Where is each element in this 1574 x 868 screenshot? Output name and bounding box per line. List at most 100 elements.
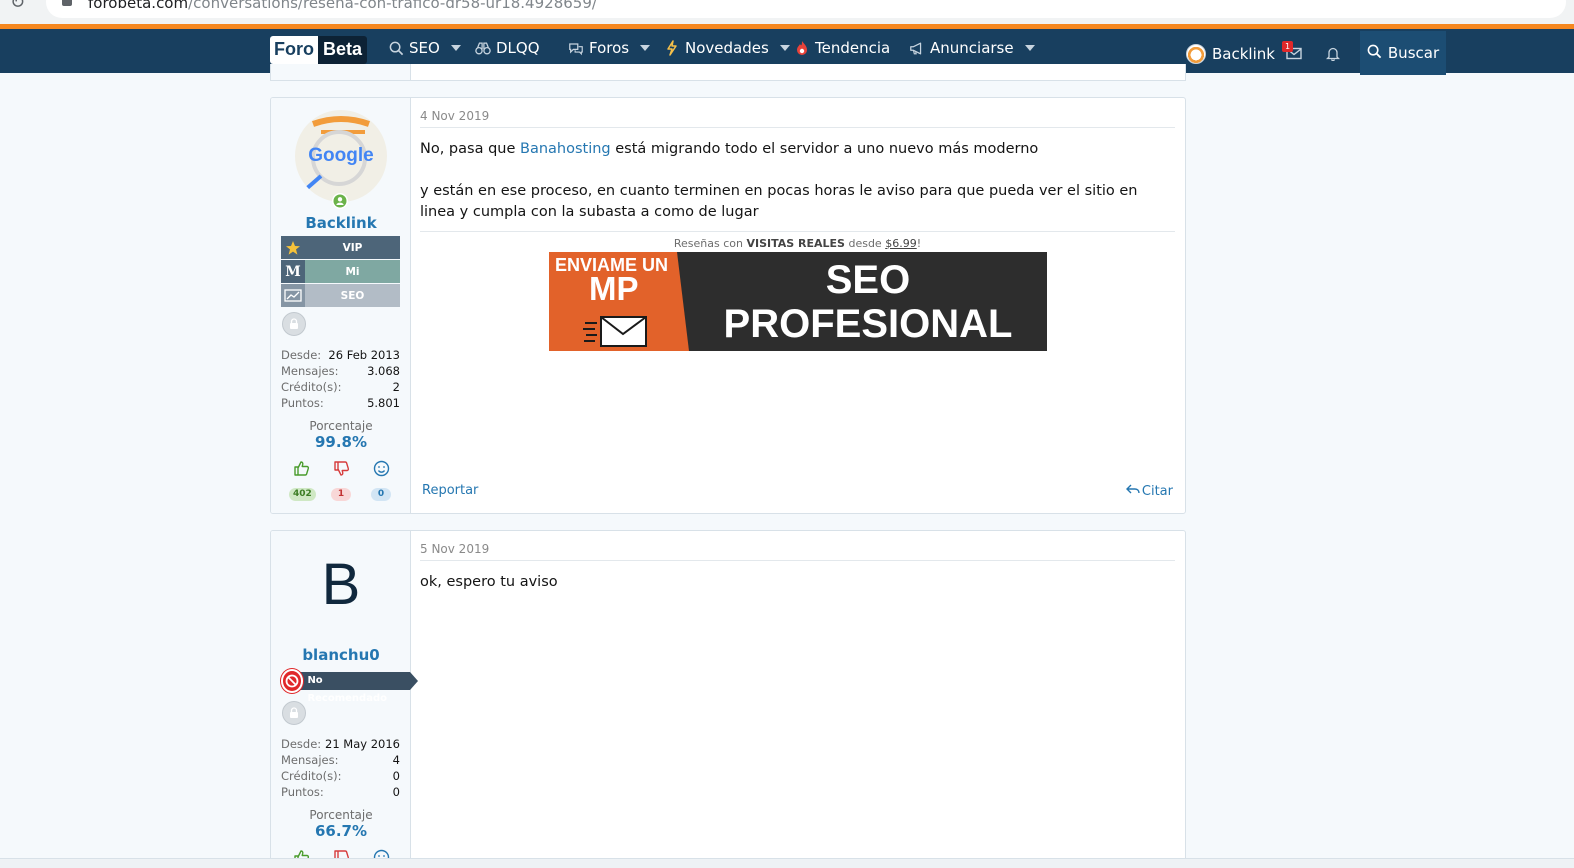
site-logo[interactable]: Foro Beta [270, 36, 368, 64]
url-path: /conversations/resena-con-trafico-dr58-u… [188, 0, 597, 12]
smile-icon [373, 460, 390, 481]
avatar[interactable]: Google [295, 110, 387, 202]
reply-icon [1125, 483, 1140, 499]
search-button[interactable]: Buscar [1360, 31, 1446, 75]
stat-value: 4 [392, 753, 400, 767]
ad-headline: PROFESIONAL [723, 302, 1013, 346]
message-paragraph: No, pasa que Banahosting está migrando t… [420, 139, 1175, 160]
chat-icon [568, 40, 584, 56]
chevron-down-icon [779, 45, 790, 51]
online-status-icon [332, 193, 348, 209]
megaphone-icon [909, 40, 925, 56]
quote-label: Citar [1141, 483, 1173, 499]
username[interactable]: Backlink [271, 214, 411, 232]
nav-item-label: DLQQ [496, 39, 540, 57]
ad-headline: SEO [825, 258, 911, 302]
previous-post-user-cell [271, 64, 411, 80]
avatar-text: Google [308, 145, 374, 166]
nav-item-tendencia[interactable]: Tendencia [794, 39, 890, 57]
logo-beta: Beta [318, 36, 368, 64]
banner-label: SEO [340, 289, 365, 302]
bell-icon [1325, 46, 1341, 65]
quote-link[interactable]: Citar [1125, 483, 1173, 499]
divider [420, 231, 1175, 232]
nav-item-label: Anunciarse [930, 39, 1014, 57]
avatar[interactable]: B [271, 551, 411, 618]
reaction-dislike[interactable]: 1 [329, 460, 353, 501]
stat-key: Mensajes: [281, 364, 339, 378]
url-host: forobeta.com [88, 0, 189, 12]
nav-item-label: Tendencia [815, 39, 891, 57]
inbox-count-badge: 1 [1282, 41, 1293, 52]
message-body: No, pasa que Banahosting está migrando t… [420, 139, 1175, 223]
reload-icon[interactable]: ↻ [10, 0, 25, 13]
divider [420, 560, 1175, 561]
message-text: No, pasa que [420, 141, 520, 157]
thumbs-down-icon [333, 461, 350, 481]
reaction-like[interactable]: 402 [289, 460, 316, 501]
ad-banner[interactable]: ENVIAME UN MP SEO PROFESIONAL [549, 252, 1047, 351]
username[interactable]: blanchu0 [271, 646, 411, 664]
stat-key: Puntos: [281, 396, 324, 410]
report-link[interactable]: Reportar [422, 483, 478, 498]
nav-item-dlqq[interactable]: DLQQ [475, 39, 540, 57]
stat-row: Crédito(s): 0 [281, 768, 400, 784]
post-date[interactable]: 5 Nov 2019 [420, 542, 489, 556]
fire-icon [794, 40, 810, 56]
m-letter-icon: M [281, 260, 305, 283]
nav-item-label: Foros [589, 39, 630, 57]
stat-key: Puntos: [281, 785, 324, 799]
message-link[interactable]: Banahosting [520, 141, 611, 157]
user-stats: Desde: 21 May 2016 Mensajes: 4 Crédito(s):… [281, 736, 400, 800]
not-recommended-badge: No Recomendado [281, 669, 418, 704]
dislike-count: 1 [331, 488, 351, 501]
account-menu[interactable]: Backlink [1186, 44, 1275, 64]
user-stats: Desde: 26 Feb 2013 Mensajes: 3.068 Crédito… [281, 347, 400, 411]
chart-icon [281, 284, 305, 307]
alerts-button[interactable] [1325, 46, 1341, 65]
post-date[interactable]: 4 Nov 2019 [420, 109, 489, 123]
envelope-icon [583, 314, 649, 351]
stat-value: 3.068 [367, 364, 400, 378]
search-icon [388, 40, 404, 56]
nav-item-anunciarse[interactable]: Anunciarse [909, 39, 1035, 57]
nav-item-foros[interactable]: Foros [568, 39, 651, 57]
star-icon [281, 236, 305, 259]
percentage-label: Porcentaje [309, 808, 373, 822]
ad-caption[interactable]: Reseñas con VISITAS REALES desde $6.99! [420, 237, 1175, 250]
stat-row: Desde: 26 Feb 2013 [281, 347, 400, 363]
lock-icon [282, 701, 306, 725]
nav-item-seo[interactable]: SEO [388, 39, 461, 57]
nav-item-novedades[interactable]: Novedades [664, 39, 790, 57]
stat-row: Mensajes: 4 [281, 752, 400, 768]
url-text[interactable]: forobeta.com/conversations/resena-con-tr… [88, 0, 597, 12]
avatar [1186, 44, 1206, 64]
user-banner-vip: VIP [281, 236, 400, 259]
message-body: ok, espero tu aviso [420, 574, 558, 590]
banner-label: Mi [345, 265, 360, 278]
message-paragraph: y están en ese proceso, en cuanto termin… [420, 183, 1138, 220]
stat-value: 26 Feb 2013 [328, 348, 400, 362]
thumbs-up-icon [293, 461, 310, 481]
user-banner-mi: M Mi [281, 260, 400, 283]
stat-row: Puntos: 5.801 [281, 395, 400, 411]
neutral-count: 0 [371, 488, 391, 501]
ad-caption-text: Reseñas con [673, 237, 747, 250]
badge-label: No Recomendado [299, 672, 418, 704]
stat-key: Crédito(s): [281, 380, 342, 394]
search-label: Buscar [1387, 44, 1440, 62]
lock-icon[interactable] [62, 0, 72, 6]
message-post: Google Backlink VIP M Mi SEO Desde: 26 Fe… [270, 97, 1186, 514]
ad-caption-price: $6.99 [885, 237, 917, 250]
ad-text: MP [589, 270, 639, 307]
reaction-neutral[interactable]: 0 [369, 460, 393, 501]
browser-address-bar: ↻ forobeta.com/conversations/resena-con-… [0, 0, 1574, 24]
page-bottom-strip [0, 858, 1574, 868]
chevron-down-icon [1024, 45, 1035, 51]
percentage-label: Porcentaje [309, 419, 373, 433]
stat-row: Crédito(s): 2 [281, 379, 400, 395]
ad-caption-text: ! [916, 237, 922, 250]
chevron-down-icon [640, 45, 651, 51]
stat-key: Mensajes: [281, 753, 339, 767]
ad-caption-text: desde [844, 237, 886, 250]
